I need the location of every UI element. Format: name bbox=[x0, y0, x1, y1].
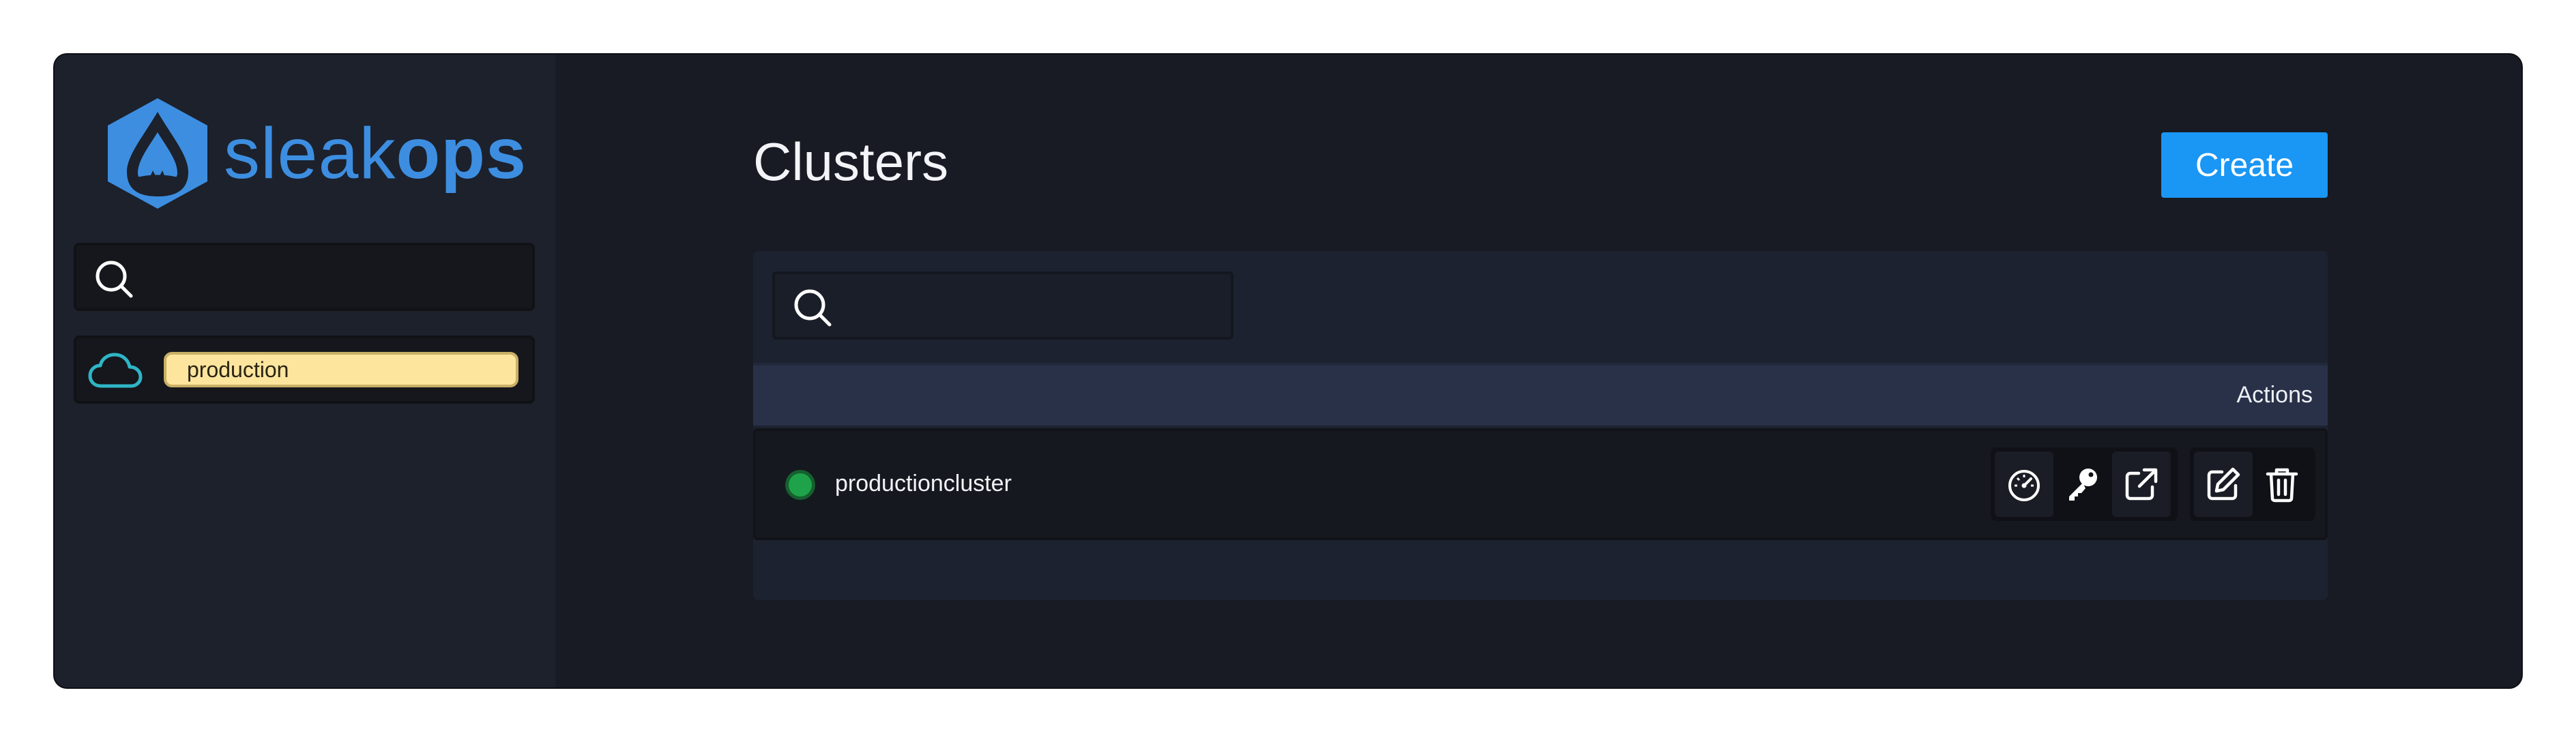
sidebar-search[interactable] bbox=[74, 243, 535, 311]
search-icon bbox=[93, 258, 136, 305]
trash-icon bbox=[2266, 468, 2298, 503]
delete-button[interactable] bbox=[2253, 451, 2311, 517]
cloud-icon bbox=[87, 351, 143, 395]
page-title: Clusters bbox=[753, 132, 949, 192]
cluster-action-group-primary bbox=[1991, 447, 2178, 521]
external-link-icon bbox=[2125, 468, 2158, 501]
app-window: sleakops production Clusters Create Acti… bbox=[55, 55, 2521, 687]
open-external-button[interactable] bbox=[2112, 451, 2171, 517]
sleakops-logo-icon bbox=[108, 98, 207, 209]
brand-wordmark: sleakops bbox=[224, 117, 527, 190]
search-icon bbox=[791, 286, 835, 333]
dashboard-gauge-icon bbox=[2008, 470, 2040, 501]
table-search-input[interactable] bbox=[772, 271, 1233, 340]
table-header: Actions bbox=[753, 363, 2328, 426]
sidebar-item-production[interactable]: production bbox=[74, 336, 535, 404]
edit-icon bbox=[2207, 467, 2240, 501]
edit-button[interactable] bbox=[2194, 451, 2253, 517]
key-icon bbox=[2069, 469, 2097, 501]
brand-name-light: sleak bbox=[224, 113, 396, 194]
environment-badge: production bbox=[164, 352, 518, 387]
brand-name-bold: ops bbox=[396, 113, 527, 194]
cluster-name[interactable]: productioncluster bbox=[835, 471, 1012, 497]
sidebar: sleakops production bbox=[55, 55, 555, 687]
status-indicator bbox=[789, 473, 812, 496]
clusters-table-panel: Actions productioncluster bbox=[753, 251, 2328, 600]
credentials-button[interactable] bbox=[2053, 451, 2112, 517]
column-header-actions: Actions bbox=[2236, 382, 2313, 408]
table-row[interactable]: productioncluster bbox=[753, 428, 2328, 540]
create-button[interactable]: Create bbox=[2161, 132, 2328, 198]
cluster-action-group-manage bbox=[2190, 447, 2315, 521]
brand-logo[interactable]: sleakops bbox=[104, 95, 527, 211]
dashboard-button[interactable] bbox=[1995, 451, 2053, 517]
